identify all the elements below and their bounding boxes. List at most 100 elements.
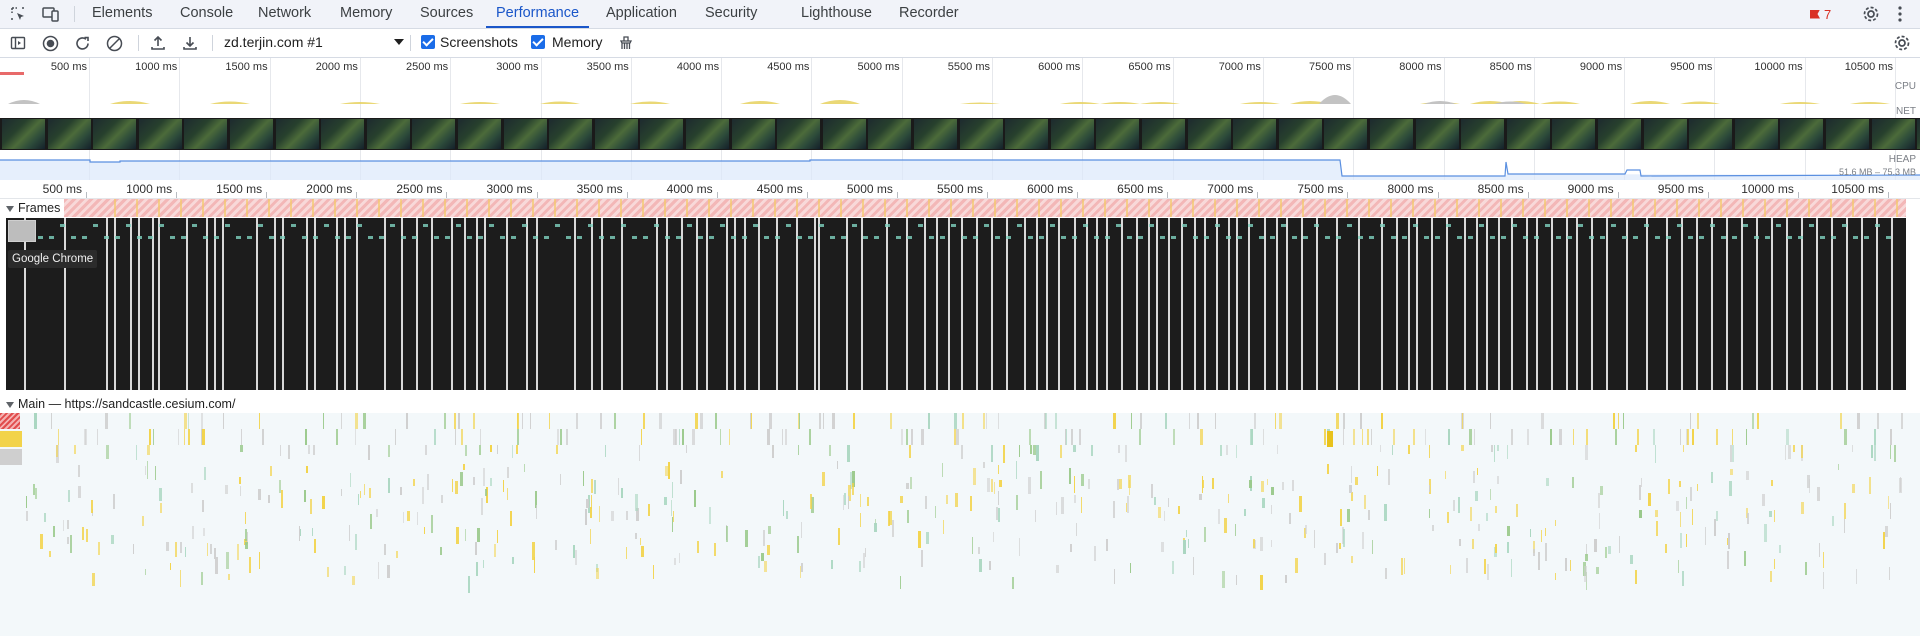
task-bar[interactable] [643,413,645,429]
task-bar[interactable] [516,413,519,429]
task-bar[interactable] [860,494,862,508]
task-bar[interactable] [1340,508,1343,527]
scripting-block[interactable] [0,431,22,447]
task-bar[interactable] [416,511,418,526]
task-bar[interactable] [1618,413,1620,429]
task-bar[interactable] [1636,429,1640,445]
task-bar[interactable] [1271,487,1274,495]
task-bar[interactable] [303,490,307,503]
task-bar[interactable] [1222,570,1225,588]
task-bar[interactable] [1292,480,1294,491]
task-bar[interactable] [66,519,70,529]
task-bar[interactable] [1073,495,1076,504]
task-bar[interactable] [1392,445,1394,456]
task-bar[interactable] [978,547,981,554]
task-bar[interactable] [1030,445,1033,454]
task-bar[interactable] [200,571,203,586]
task-bar[interactable] [1496,476,1500,485]
task-bar[interactable] [144,569,147,576]
task-bar[interactable] [1212,478,1214,489]
task-bar[interactable] [155,466,157,481]
task-bar[interactable] [202,499,205,512]
task-bar[interactable] [982,413,986,429]
task-bar[interactable] [78,465,80,477]
task-bar[interactable] [1656,521,1658,536]
task-bar[interactable] [1448,429,1451,445]
task-bar[interactable] [1773,558,1776,570]
task-bar[interactable] [971,537,974,554]
task-bar[interactable] [258,489,262,500]
task-bar[interactable] [1139,429,1142,445]
task-bar[interactable] [203,528,206,536]
task-bar[interactable] [1800,445,1803,459]
task-bar[interactable] [1786,429,1789,445]
task-bar[interactable] [1028,477,1031,494]
task-bar[interactable] [1883,532,1885,550]
task-bar[interactable] [1351,466,1353,484]
task-bar[interactable] [921,429,925,445]
task-bar[interactable] [1431,524,1434,532]
settings-gear-icon[interactable] [1860,3,1882,25]
task-bar[interactable] [1167,497,1170,508]
task-bar[interactable] [1731,429,1734,445]
task-bar[interactable] [1874,445,1877,461]
task-bar[interactable] [311,527,313,537]
task-bar[interactable] [999,480,1002,487]
task-bar[interactable] [184,413,187,429]
task-bar[interactable] [97,541,100,555]
task-bar[interactable] [516,429,520,445]
task-bar[interactable] [1680,532,1683,549]
task-bar[interactable] [1638,484,1641,500]
task-bar[interactable] [298,525,301,542]
task-bar[interactable] [590,507,592,519]
task-bar[interactable] [1060,496,1064,515]
task-bar[interactable] [990,479,993,493]
garbage-collect-icon[interactable] [616,33,636,53]
task-bar[interactable] [225,485,228,495]
task-bar[interactable] [228,574,230,581]
task-bar[interactable] [1336,413,1339,429]
task-bar[interactable] [1078,429,1082,445]
task-bar[interactable] [1192,557,1195,575]
task-bar[interactable] [1249,479,1252,488]
task-bar[interactable] [796,535,799,553]
task-bar[interactable] [1055,501,1058,516]
task-bar[interactable] [159,502,162,513]
task-bar[interactable] [1235,575,1237,585]
task-bar[interactable] [1282,481,1285,490]
task-bar[interactable] [472,413,475,429]
task-bar[interactable] [1196,413,1200,429]
task-bar[interactable] [433,429,436,445]
reload-record-icon[interactable] [72,33,92,53]
task-bar[interactable] [1843,429,1847,445]
task-bar[interactable] [1855,568,1858,584]
task-bar[interactable] [907,509,909,523]
tab-recorder[interactable]: Recorder [899,0,959,26]
task-bar[interactable] [955,493,958,507]
task-bar[interactable] [1554,573,1556,580]
task-bar[interactable] [818,413,821,429]
task-bar[interactable] [1598,492,1600,509]
task-bar[interactable] [496,530,499,544]
task-bar[interactable] [1270,505,1273,515]
task-bar[interactable] [1489,488,1491,500]
task-bar[interactable] [1756,413,1760,429]
task-bar[interactable] [512,445,514,459]
screenshots-checkbox[interactable] [421,35,435,49]
task-bar[interactable] [918,530,922,549]
task-bar[interactable] [128,413,131,429]
issues-badge[interactable]: 7 [1810,5,1831,23]
task-bar[interactable] [188,413,190,429]
task-bar[interactable] [1380,445,1382,452]
task-bar[interactable] [236,544,239,560]
task-bar[interactable] [1705,527,1707,545]
task-bar[interactable] [146,445,150,455]
task-bar[interactable] [496,445,498,455]
task-bar[interactable] [355,413,359,429]
task-bar[interactable] [97,429,99,445]
task-bar[interactable] [626,510,628,520]
task-bar[interactable] [1888,567,1891,581]
task-bar[interactable] [1459,538,1461,546]
tab-memory[interactable]: Memory [340,0,392,26]
task-bar[interactable] [113,493,115,509]
